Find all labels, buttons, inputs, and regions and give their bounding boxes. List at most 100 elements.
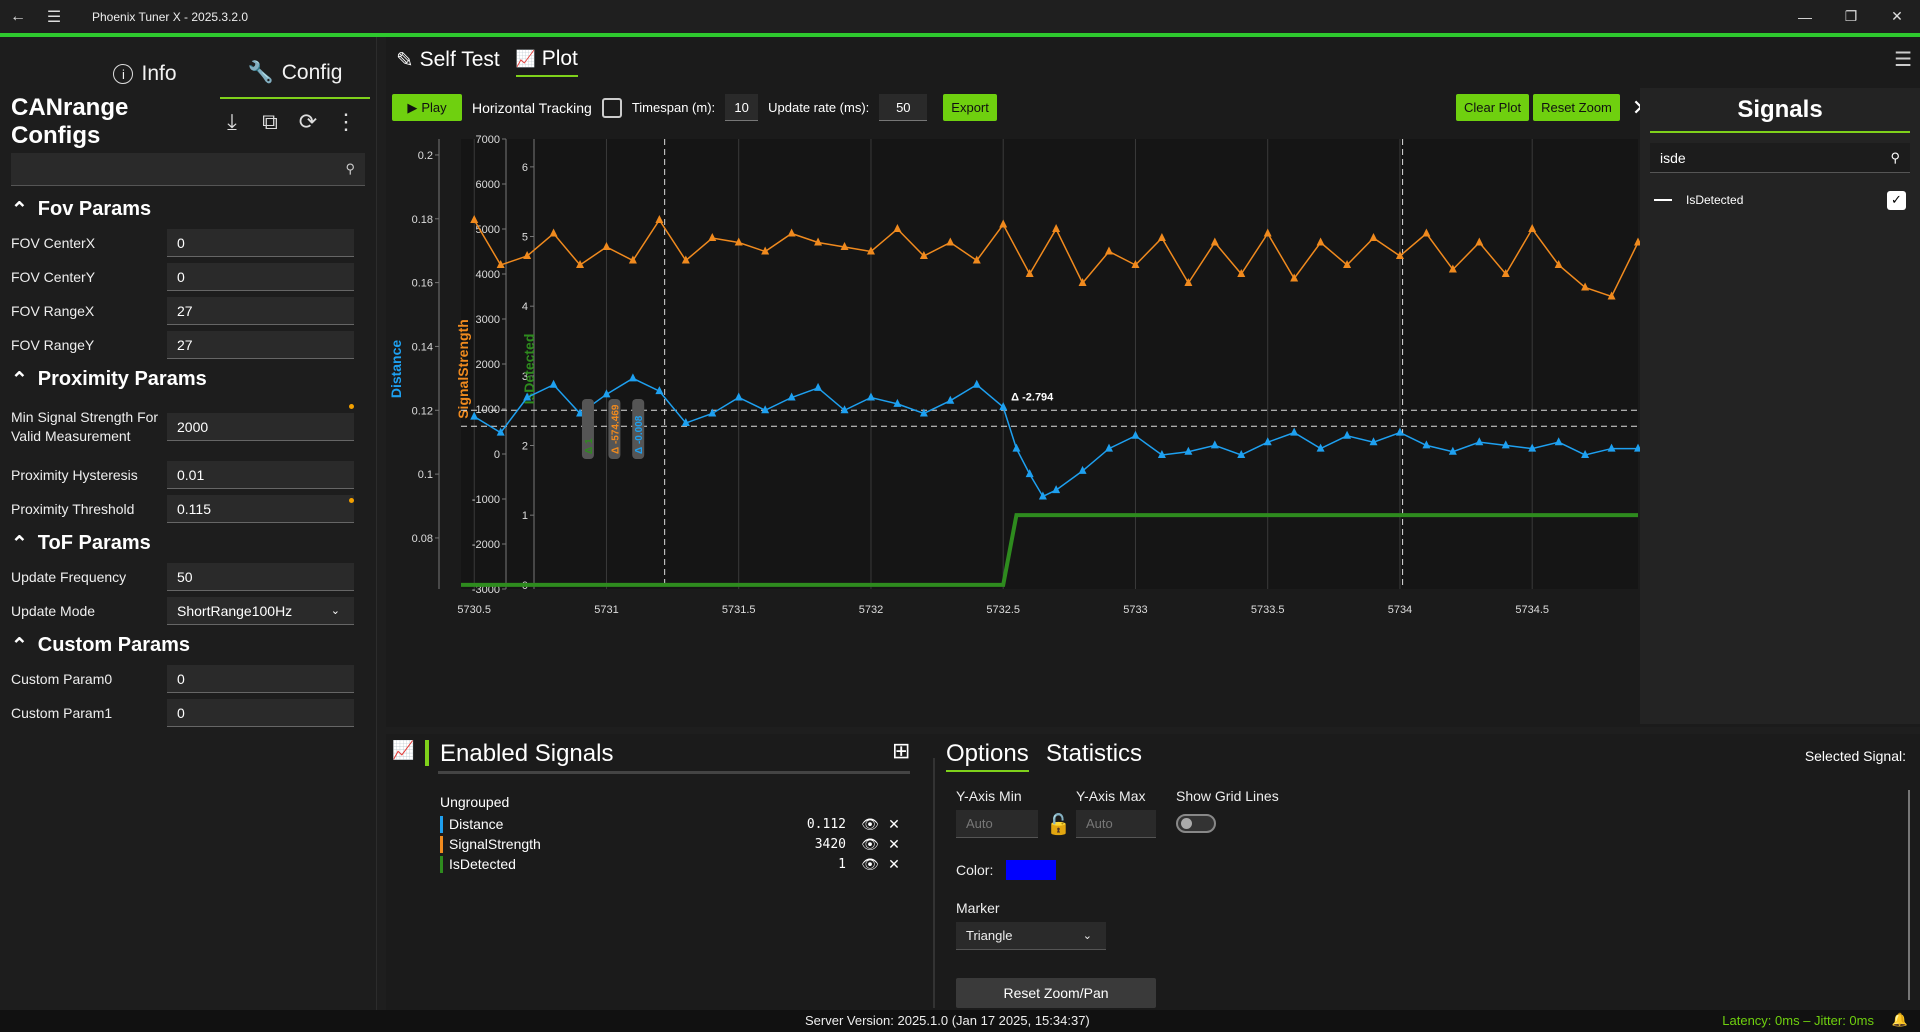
y-tick-label: 2 [522,441,528,453]
eye-icon[interactable]: 👁 [858,816,882,833]
param-value-field[interactable]: 0 [167,263,354,291]
reset-zoom-button[interactable]: Reset Zoom [1533,94,1620,121]
plot-chart[interactable]: 5730.5 5731 5731.5 5732 5732.5 5733 5733.5 5734… [386,129,1640,719]
scrollbar[interactable] [1908,790,1910,1000]
bell-icon[interactable]: 🔔 [1892,1012,1908,1028]
x-tick-label: 5731 [594,604,618,616]
chevron-down-icon: ⌄ [1082,930,1092,942]
timespan-input[interactable]: 10 [725,94,759,121]
tab-statistics[interactable]: Statistics [1046,740,1142,768]
chevron-up-icon: ⌃ [11,368,28,391]
x-tick-label: 5734 [1388,604,1412,616]
signals-panel: Signals isde ⚲ IsDetected ✓ [1640,88,1920,724]
copy-icon[interactable]: ⧉ [251,109,289,135]
refresh-icon[interactable]: ⟳ [289,109,327,135]
update-mode-select[interactable]: ShortRange100Hz ⌄ [167,597,354,625]
param-row: Custom Param0 0 [0,664,376,694]
param-row: Min Signal Strength For Valid Measuremen… [0,398,376,456]
y-tick-label: 1 [522,510,528,522]
download-icon[interactable]: ⤓ [213,109,251,135]
signal-value: 3420 [814,836,846,852]
marker-value: Triangle [966,928,1013,943]
tab-options[interactable]: Options [946,740,1029,772]
param-value-field[interactable]: 0.01 [167,461,354,489]
param-value-field[interactable]: 27 [167,297,354,325]
ymin-input[interactable]: Auto [956,810,1038,838]
y-tick-label: 0 [494,449,500,461]
param-value-field[interactable]: 0.115 [167,495,354,523]
group-header-fov[interactable]: ⌃ Fov Params [0,194,376,224]
config-search-input[interactable]: ⚲ [11,153,365,186]
restore-button[interactable]: ❐ [1828,0,1874,33]
group-title: Proximity Params [37,367,207,390]
y-tick-label: 0.12 [412,405,433,417]
plot-area [461,139,1638,589]
param-value-field[interactable]: 0 [167,699,354,727]
group-header-proximity[interactable]: ⌃ Proximity Params [0,364,376,394]
clear-plot-button[interactable]: Clear Plot [1456,94,1530,121]
eye-icon[interactable]: 👁 [858,836,882,853]
cursor-value-label: Δ -574.469 [610,404,621,454]
signal-list-item[interactable]: IsDetected ✓ [1640,183,1920,217]
layout-toggle-icon[interactable]: ☰ [1894,47,1912,72]
group-header-tof[interactable]: ⌃ ToF Params [0,528,376,558]
minimize-button[interactable]: — [1782,0,1828,33]
y-axis-title: SignalStrength [455,319,471,419]
enabled-signal-row[interactable]: Distance 0.112 👁 ✕ [440,814,906,834]
group-header-custom[interactable]: ⌃ Custom Params [0,630,376,660]
eye-icon[interactable]: 👁 [858,856,882,873]
tab-plot[interactable]: 📈 Plot [515,47,578,77]
grid-lines-toggle[interactable] [1176,814,1216,833]
remove-icon[interactable]: ✕ [882,836,906,853]
param-value-field[interactable]: 2000 [167,413,354,441]
chevron-down-icon: ⌄ [330,605,340,617]
signal-name: IsDetected [449,856,516,872]
x-tick-label: 5734.5 [1515,604,1549,616]
update-rate-label: Update rate (ms): [768,100,870,115]
marker-select[interactable]: Triangle ⌄ [956,922,1106,950]
signal-name: SignalStrength [449,836,541,852]
horizontal-tracking-checkbox[interactable] [601,97,622,118]
color-swatch [440,855,443,873]
param-value-field[interactable]: 0 [167,229,354,257]
ymin-label: Y-Axis Min [956,788,1022,804]
tab-info[interactable]: i Info [70,49,220,99]
y-tick-label: -1000 [472,494,500,506]
signal-checkbox[interactable]: ✓ [1887,190,1906,210]
more-options-icon[interactable]: ⋮ [327,109,365,135]
signals-search-input[interactable]: isde ⚲ [1650,143,1910,173]
param-row: FOV RangeY 27 [0,330,376,360]
color-label: Color: [956,862,994,878]
y-tick-label: 6 [522,162,528,174]
search-icon: ⚲ [345,161,355,176]
tab-plot-label: Plot [541,47,578,70]
tab-config[interactable]: 🔧 Config [220,49,370,99]
remove-icon[interactable]: ✕ [882,816,906,833]
param-label: FOV RangeY [11,336,95,353]
modified-indicator [349,498,354,503]
add-icon[interactable]: ⊞ [892,738,910,764]
close-window-button[interactable]: ✕ [1874,0,1920,33]
export-button[interactable]: Export [943,94,997,121]
back-arrow-icon[interactable]: ← [0,8,36,26]
param-label: Update Frequency [11,568,127,585]
update-rate-input[interactable]: 50 [879,94,928,121]
ymax-input[interactable]: Auto [1076,810,1156,838]
remove-icon[interactable]: ✕ [882,856,906,873]
enabled-signal-row[interactable]: IsDetected 1 👁 ✕ [440,854,906,874]
hamburger-menu-icon[interactable]: ☰ [36,7,72,27]
tab-self-test[interactable]: ✎ Self Test [396,47,500,77]
tab-config-label: Config [281,61,343,84]
param-value-field[interactable]: 27 [167,331,354,359]
param-value-field[interactable]: 0 [167,665,354,693]
lock-icon[interactable]: 🔓 [1046,812,1071,837]
enabled-signal-row[interactable]: SignalStrength 3420 👁 ✕ [440,834,906,854]
param-value-field[interactable]: 50 [167,563,354,591]
color-swatch-button[interactable] [1006,860,1056,880]
chevron-up-icon: ⌃ [11,532,28,555]
modified-indicator [349,404,354,409]
play-button[interactable]: ▶ Play [392,94,462,121]
reset-zoom-pan-button[interactable]: Reset Zoom/Pan [956,978,1156,1008]
play-label: Play [421,100,447,115]
param-label: Min Signal Strength For Valid Measuremen… [11,409,159,444]
